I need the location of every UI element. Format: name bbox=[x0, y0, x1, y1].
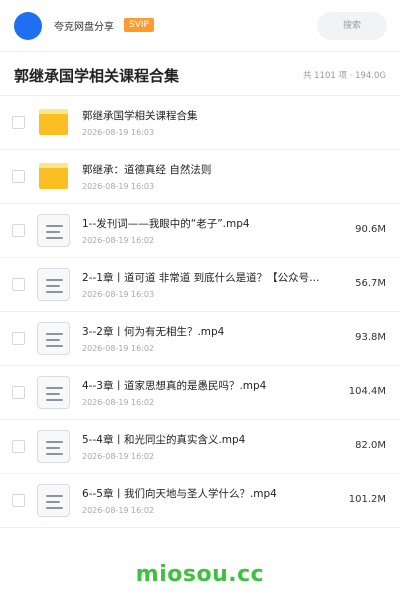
folder-icon bbox=[39, 109, 68, 135]
item-name: 3--2章丨何为有无相生？.mp4 bbox=[82, 326, 225, 338]
folder-row[interactable]: 郭继承国学相关课程合集 2026-08-19 16:03 bbox=[0, 96, 400, 150]
page-title: 郭继承国学相关课程合集 bbox=[14, 67, 180, 85]
search-button[interactable]: 搜索 bbox=[317, 12, 387, 40]
svip-badge: SVIP bbox=[124, 18, 154, 32]
file-row[interactable]: 3--2章丨何为有无相生？.mp4 2026-08-19 16:02 93.8M bbox=[0, 312, 400, 366]
row-checkbox[interactable] bbox=[12, 170, 25, 183]
item-size: 104.4M bbox=[348, 386, 386, 397]
avatar[interactable] bbox=[14, 12, 42, 40]
item-date: 2026-08-19 16:03 bbox=[82, 128, 155, 137]
video-file-icon bbox=[37, 214, 70, 247]
row-checkbox[interactable] bbox=[12, 332, 25, 345]
item-size: 101.2M bbox=[348, 494, 386, 505]
item-size: 56.7M bbox=[355, 278, 386, 289]
app-header: 夸克网盘分享 SVIP 搜索 bbox=[0, 0, 400, 52]
video-file-icon bbox=[37, 430, 70, 463]
video-file-icon bbox=[37, 484, 70, 517]
item-date: 2026-08-19 16:02 bbox=[82, 506, 155, 515]
item-size: 90.6M bbox=[355, 224, 386, 235]
item-date: 2026-08-19 16:02 bbox=[82, 344, 155, 353]
video-file-icon bbox=[37, 376, 70, 409]
file-row[interactable]: 6--5章丨我们向天地与圣人学什么？.mp4 2026-08-19 16:02 10… bbox=[0, 474, 400, 528]
folder-title-bar: 郭继承国学相关课程合集 共 1101 项 · 194.0G bbox=[0, 52, 400, 96]
video-file-icon bbox=[37, 268, 70, 301]
row-checkbox[interactable] bbox=[12, 386, 25, 399]
row-checkbox[interactable] bbox=[12, 116, 25, 129]
item-name: 2--1章丨道可道 非常道 到底什么是道？【公众号… bbox=[82, 272, 320, 284]
file-row[interactable]: 4--3章丨道家思想真的是愚民吗？.mp4 2026-08-19 16:02 104… bbox=[0, 366, 400, 420]
file-list: 郭继承国学相关课程合集 2026-08-19 16:03 郭继承：道德真经 自然法则… bbox=[0, 96, 400, 528]
item-name: 4--3章丨道家思想真的是愚民吗？.mp4 bbox=[82, 380, 267, 392]
item-size: 93.8M bbox=[355, 332, 386, 343]
item-date: 2026-08-19 16:03 bbox=[82, 290, 155, 299]
item-date: 2026-08-19 16:02 bbox=[82, 452, 155, 461]
row-checkbox[interactable] bbox=[12, 278, 25, 291]
item-name: 1--发刊词——我眼中的“老子”.mp4 bbox=[82, 218, 250, 230]
file-row[interactable]: 5--4章丨和光同尘的真实含义.mp4 2026-08-19 16:02 82.0M bbox=[0, 420, 400, 474]
folder-row[interactable]: 郭继承：道德真经 自然法则 2026-08-19 16:03 bbox=[0, 150, 400, 204]
row-checkbox[interactable] bbox=[12, 440, 25, 453]
item-name: 郭继承：道德真经 自然法则 bbox=[82, 164, 212, 176]
item-name: 6--5章丨我们向天地与圣人学什么？.mp4 bbox=[82, 488, 277, 500]
row-checkbox[interactable] bbox=[12, 224, 25, 237]
file-row[interactable]: 1--发刊词——我眼中的“老子”.mp4 2026-08-19 16:02 90.6… bbox=[0, 204, 400, 258]
item-date: 2026-08-19 16:02 bbox=[82, 236, 155, 245]
item-date: 2026-08-19 16:02 bbox=[82, 398, 155, 407]
row-checkbox[interactable] bbox=[12, 494, 25, 507]
item-size: 82.0M bbox=[355, 440, 386, 451]
folder-summary: 共 1101 项 · 194.0G bbox=[302, 71, 386, 81]
item-date: 2026-08-19 16:03 bbox=[82, 182, 155, 191]
file-row[interactable]: 2--1章丨道可道 非常道 到底什么是道？【公众号… 2026-08-19 16:… bbox=[0, 258, 400, 312]
item-name: 5--4章丨和光同尘的真实含义.mp4 bbox=[82, 434, 246, 446]
video-file-icon bbox=[37, 322, 70, 355]
item-name: 郭继承国学相关课程合集 bbox=[82, 110, 198, 122]
folder-icon bbox=[39, 163, 68, 189]
watermark: miosou.cc bbox=[135, 562, 265, 587]
app-name: 夸克网盘分享 bbox=[54, 22, 114, 33]
